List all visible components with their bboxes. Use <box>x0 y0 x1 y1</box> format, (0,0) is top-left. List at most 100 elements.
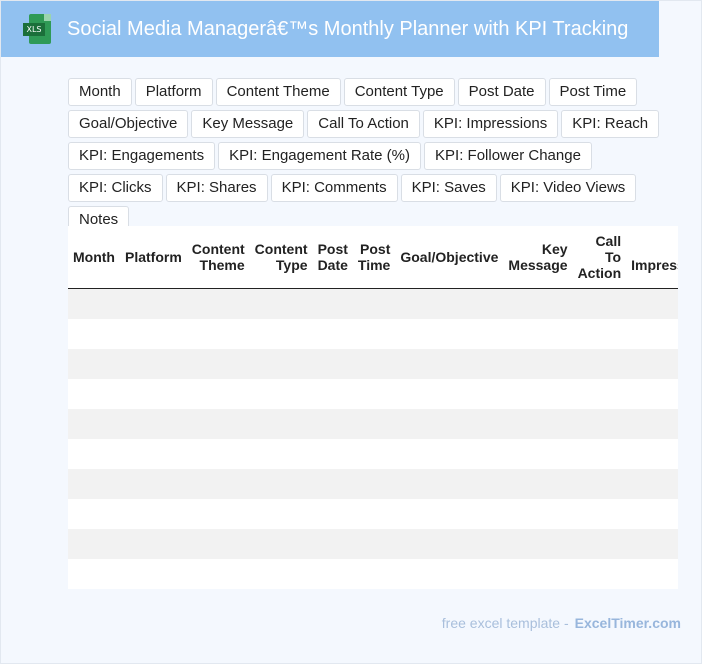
table-cell[interactable] <box>395 529 503 559</box>
table-cell[interactable] <box>68 439 120 469</box>
table-cell[interactable] <box>626 409 678 439</box>
table-cell[interactable] <box>250 289 313 319</box>
table-cell[interactable] <box>503 559 572 589</box>
table-cell[interactable] <box>573 559 627 589</box>
table-cell[interactable] <box>250 469 313 499</box>
table-cell[interactable] <box>68 499 120 529</box>
table-cell[interactable] <box>313 439 353 469</box>
table-cell[interactable] <box>313 349 353 379</box>
table-cell[interactable] <box>573 379 627 409</box>
table-cell[interactable] <box>395 319 503 349</box>
table-cell[interactable] <box>353 439 395 469</box>
table-cell[interactable] <box>187 499 250 529</box>
column-header[interactable]: KPI:Impressions <box>626 226 678 289</box>
field-chip[interactable]: KPI: Clicks <box>68 174 163 202</box>
table-cell[interactable] <box>626 379 678 409</box>
table-cell[interactable] <box>395 409 503 439</box>
table-cell[interactable] <box>313 559 353 589</box>
table-cell[interactable] <box>120 319 187 349</box>
table-cell[interactable] <box>626 439 678 469</box>
field-chip[interactable]: KPI: Reach <box>561 110 660 138</box>
table-cell[interactable] <box>353 289 395 319</box>
table-cell[interactable] <box>187 529 250 559</box>
table-cell[interactable] <box>573 349 627 379</box>
field-chip[interactable]: KPI: Engagements <box>68 142 216 170</box>
table-cell[interactable] <box>353 469 395 499</box>
table-cell[interactable] <box>187 439 250 469</box>
field-chip[interactable]: KPI: Video Views <box>499 174 637 202</box>
table-cell[interactable] <box>120 559 187 589</box>
field-chip[interactable]: KPI: Comments <box>270 174 398 202</box>
footer-brand-link[interactable]: ExcelTimer.com <box>575 615 681 631</box>
table-cell[interactable] <box>573 319 627 349</box>
table-cell[interactable] <box>187 379 250 409</box>
table-cell[interactable] <box>503 319 572 349</box>
table-cell[interactable] <box>626 469 678 499</box>
table-cell[interactable] <box>68 529 120 559</box>
table-cell[interactable] <box>313 529 353 559</box>
table-cell[interactable] <box>120 499 187 529</box>
table-cell[interactable] <box>626 559 678 589</box>
table-cell[interactable] <box>250 499 313 529</box>
table-cell[interactable] <box>353 349 395 379</box>
table-cell[interactable] <box>120 529 187 559</box>
column-header[interactable]: Goal/Objective <box>395 226 504 289</box>
column-header[interactable]: Key Message <box>503 226 573 289</box>
table-cell[interactable] <box>120 379 187 409</box>
table-cell[interactable] <box>120 349 187 379</box>
field-chip[interactable]: KPI: Saves <box>400 174 497 202</box>
column-header[interactable]: Call To Action <box>572 226 627 289</box>
table-cell[interactable] <box>573 499 627 529</box>
table-cell[interactable] <box>395 379 503 409</box>
field-chip[interactable]: Key Message <box>191 110 305 138</box>
table-cell[interactable] <box>187 559 250 589</box>
column-header[interactable]: Post Time <box>352 226 396 289</box>
field-chip[interactable]: Platform <box>134 78 213 106</box>
table-cell[interactable] <box>313 469 353 499</box>
table-cell[interactable] <box>626 289 678 319</box>
table-cell[interactable] <box>313 379 353 409</box>
table-cell[interactable] <box>313 319 353 349</box>
table-cell[interactable] <box>395 439 503 469</box>
table-cell[interactable] <box>503 289 572 319</box>
column-header[interactable]: Platform <box>119 226 187 289</box>
table-cell[interactable] <box>120 409 187 439</box>
table-cell[interactable] <box>313 409 353 439</box>
table-cell[interactable] <box>353 529 395 559</box>
table-cell[interactable] <box>250 319 313 349</box>
table-cell[interactable] <box>503 409 572 439</box>
table-cell[interactable] <box>503 529 572 559</box>
field-chip[interactable]: Call To Action <box>307 110 420 138</box>
field-chip[interactable]: Post Date <box>457 78 546 106</box>
table-cell[interactable] <box>250 529 313 559</box>
table-cell[interactable] <box>573 439 627 469</box>
table-cell[interactable] <box>573 409 627 439</box>
table-cell[interactable] <box>503 499 572 529</box>
table-cell[interactable] <box>250 559 313 589</box>
table-cell[interactable] <box>573 469 627 499</box>
table-cell[interactable] <box>503 469 572 499</box>
table-cell[interactable] <box>250 439 313 469</box>
column-header[interactable]: Month <box>68 226 120 289</box>
table-cell[interactable] <box>353 559 395 589</box>
table-cell[interactable] <box>353 379 395 409</box>
table-cell[interactable] <box>395 469 503 499</box>
table-cell[interactable] <box>313 289 353 319</box>
field-chip[interactable]: KPI: Shares <box>165 174 268 202</box>
column-header[interactable]: Post Date <box>312 226 353 289</box>
field-chip[interactable]: Month <box>68 78 132 106</box>
table-cell[interactable] <box>250 409 313 439</box>
table-cell[interactable] <box>68 379 120 409</box>
table-cell[interactable] <box>68 409 120 439</box>
table-cell[interactable] <box>395 349 503 379</box>
column-header[interactable]: Content Type <box>249 226 313 289</box>
table-cell[interactable] <box>626 319 678 349</box>
table-cell[interactable] <box>626 349 678 379</box>
table-cell[interactable] <box>395 499 503 529</box>
table-cell[interactable] <box>353 409 395 439</box>
table-cell[interactable] <box>250 349 313 379</box>
table-cell[interactable] <box>503 439 572 469</box>
column-header[interactable]: Content Theme <box>186 226 250 289</box>
table-cell[interactable] <box>187 409 250 439</box>
table-cell[interactable] <box>120 439 187 469</box>
